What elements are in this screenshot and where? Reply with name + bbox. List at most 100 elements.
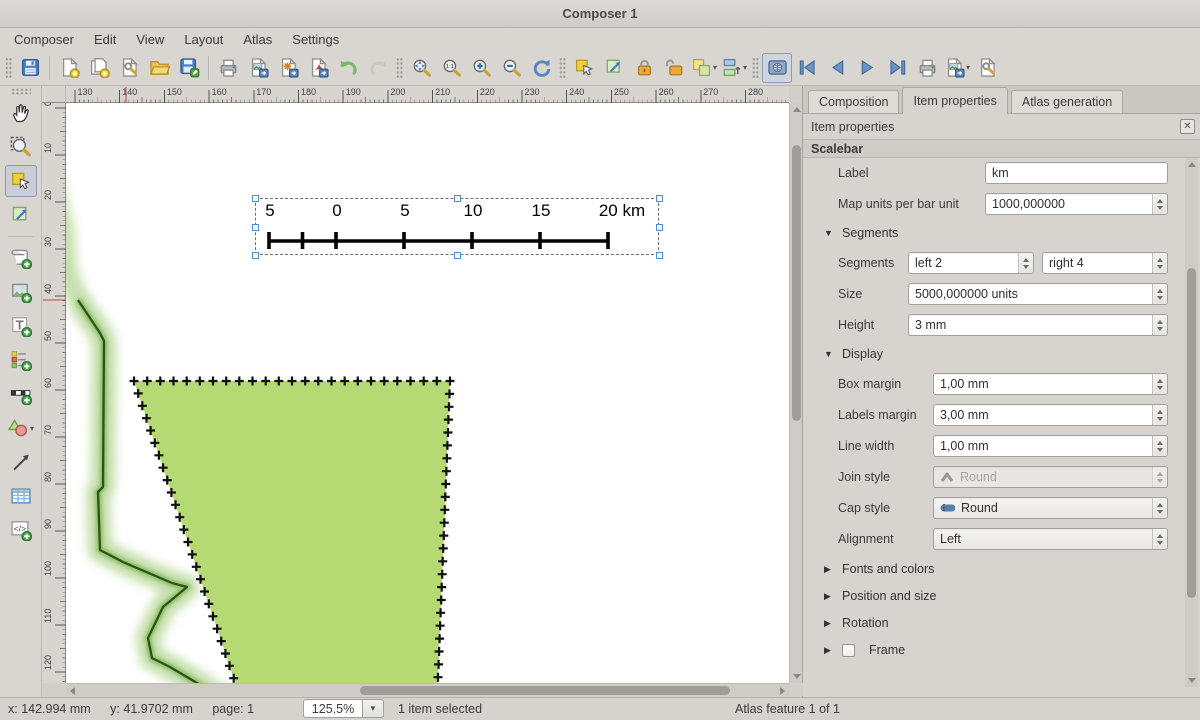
composition-manager-button[interactable]: [114, 53, 144, 83]
size-spinbox[interactable]: 5000,000000 units: [908, 283, 1168, 305]
tab-item-properties[interactable]: Item properties: [902, 87, 1007, 114]
export-as-image-button[interactable]: [243, 53, 273, 83]
select-move-item-button[interactable]: [569, 53, 599, 83]
add-shape-button[interactable]: ▾: [5, 412, 37, 444]
atlas-last-feature-button[interactable]: [882, 53, 912, 83]
spinner[interactable]: [1152, 436, 1167, 456]
spinner[interactable]: [1152, 405, 1167, 425]
segments-group-header[interactable]: ▼ Segments: [824, 224, 1182, 242]
selection-handle[interactable]: [656, 195, 663, 202]
zoom-level-value[interactable]: 125.5%: [303, 699, 363, 718]
add-arrow-button[interactable]: [5, 446, 37, 478]
export-atlas-button[interactable]: ▾: [942, 53, 972, 83]
tab-composition[interactable]: Composition: [808, 90, 899, 113]
selection-handle[interactable]: [252, 252, 259, 259]
zoom-in-button[interactable]: [466, 53, 496, 83]
undo-button[interactable]: [333, 53, 363, 83]
canvas-horizontal-scrollbar[interactable]: [66, 683, 789, 696]
segments-left-spinbox[interactable]: left 2: [908, 252, 1034, 274]
move-item-content-button[interactable]: [599, 53, 629, 83]
raise-selected-items-button[interactable]: ▾: [719, 53, 749, 83]
spinner[interactable]: [1152, 315, 1167, 335]
atlas-previous-feature-button[interactable]: [822, 53, 852, 83]
scroll-left-arrow[interactable]: [70, 687, 75, 695]
atlas-settings-button[interactable]: [972, 53, 1002, 83]
spinner[interactable]: [1152, 498, 1167, 518]
menu-composer[interactable]: Composer: [4, 32, 84, 47]
frame-section[interactable]: ▶ Frame: [824, 641, 1182, 659]
frame-checkbox[interactable]: [842, 644, 855, 657]
zoom-1-1-button[interactable]: 1:1: [436, 53, 466, 83]
export-as-svg-button[interactable]: [273, 53, 303, 83]
menu-view[interactable]: View: [126, 32, 174, 47]
group-items-button[interactable]: ▾: [689, 53, 719, 83]
display-group-header[interactable]: ▼ Display: [824, 345, 1182, 363]
panel-close-icon[interactable]: ✕: [1180, 119, 1195, 134]
selection-handle[interactable]: [454, 195, 461, 202]
spinner[interactable]: [1152, 284, 1167, 304]
move-item-content-tool-button[interactable]: [5, 199, 37, 231]
open-button[interactable]: [144, 53, 174, 83]
atlas-next-feature-button[interactable]: [852, 53, 882, 83]
spinner[interactable]: [1152, 194, 1167, 214]
add-label-button[interactable]: T: [5, 310, 37, 342]
print-button[interactable]: [213, 53, 243, 83]
selection-handle[interactable]: [454, 252, 461, 259]
height-spinbox[interactable]: 3 mm: [908, 314, 1168, 336]
horizontal-scroll-thumb[interactable]: [360, 686, 730, 695]
fonts-and-colors-section[interactable]: ▶ Fonts and colors: [824, 560, 1182, 578]
labels-margin-spinbox[interactable]: 3,00 mm: [933, 404, 1168, 426]
menu-edit[interactable]: Edit: [84, 32, 126, 47]
panel-scrollbar[interactable]: [1185, 158, 1198, 687]
add-html-frame-button[interactable]: </>: [5, 514, 37, 546]
selection-handle[interactable]: [252, 195, 259, 202]
export-as-pdf-button[interactable]: [303, 53, 333, 83]
box-margin-spinbox[interactable]: 1,00 mm: [933, 373, 1168, 395]
spinner[interactable]: [1152, 253, 1167, 273]
new-composition-button[interactable]: [54, 53, 84, 83]
zoom-combobox[interactable]: 125.5% ▼: [303, 699, 384, 718]
select-move-item-tool-button[interactable]: [5, 165, 37, 197]
refresh-view-button[interactable]: [526, 53, 556, 83]
zoom-dropdown-button[interactable]: ▼: [363, 699, 384, 718]
redo-button[interactable]: [363, 53, 393, 83]
atlas-preview-button[interactable]: [762, 53, 792, 83]
menu-settings[interactable]: Settings: [282, 32, 349, 47]
add-attribute-table-button[interactable]: [5, 480, 37, 512]
add-scalebar-button[interactable]: [5, 378, 37, 410]
selection-handle[interactable]: [656, 224, 663, 231]
save-as-template-button[interactable]: [174, 53, 204, 83]
composer-canvas[interactable]: 505101520 km: [66, 103, 789, 683]
label-input[interactable]: km: [985, 162, 1168, 184]
scroll-up-arrow[interactable]: [1188, 162, 1196, 167]
selection-handle[interactable]: [252, 224, 259, 231]
rotation-section[interactable]: ▶ Rotation: [824, 614, 1182, 632]
tab-atlas-generation[interactable]: Atlas generation: [1011, 90, 1123, 113]
selection-handle[interactable]: [656, 252, 663, 259]
pan-tool-button[interactable]: [5, 97, 37, 129]
menu-atlas[interactable]: Atlas: [233, 32, 282, 47]
zoom-tool-button[interactable]: [5, 131, 37, 163]
scroll-right-arrow[interactable]: [780, 687, 785, 695]
save-project-button[interactable]: [15, 53, 45, 83]
menu-layout[interactable]: Layout: [174, 32, 233, 47]
duplicate-composition-button[interactable]: [84, 53, 114, 83]
spinner[interactable]: [1152, 374, 1167, 394]
scroll-up-arrow[interactable]: [793, 107, 801, 112]
spinner[interactable]: [1152, 529, 1167, 549]
position-and-size-section[interactable]: ▶ Position and size: [824, 587, 1182, 605]
cap-style-combo[interactable]: Round: [933, 497, 1168, 519]
map-units-input[interactable]: 1000,000000: [985, 193, 1168, 215]
panel-scroll-thumb[interactable]: [1187, 268, 1196, 598]
vertical-scroll-thumb[interactable]: [792, 145, 801, 421]
zoom-out-button[interactable]: [496, 53, 526, 83]
canvas-vertical-scrollbar[interactable]: [789, 103, 802, 683]
spinner[interactable]: [1018, 253, 1033, 273]
add-image-button[interactable]: [5, 276, 37, 308]
print-atlas-button[interactable]: [912, 53, 942, 83]
add-legend-button[interactable]: [5, 344, 37, 376]
lock-selected-items-button[interactable]: [629, 53, 659, 83]
line-width-spinbox[interactable]: 1,00 mm: [933, 435, 1168, 457]
atlas-first-feature-button[interactable]: [792, 53, 822, 83]
unlock-all-items-button[interactable]: [659, 53, 689, 83]
